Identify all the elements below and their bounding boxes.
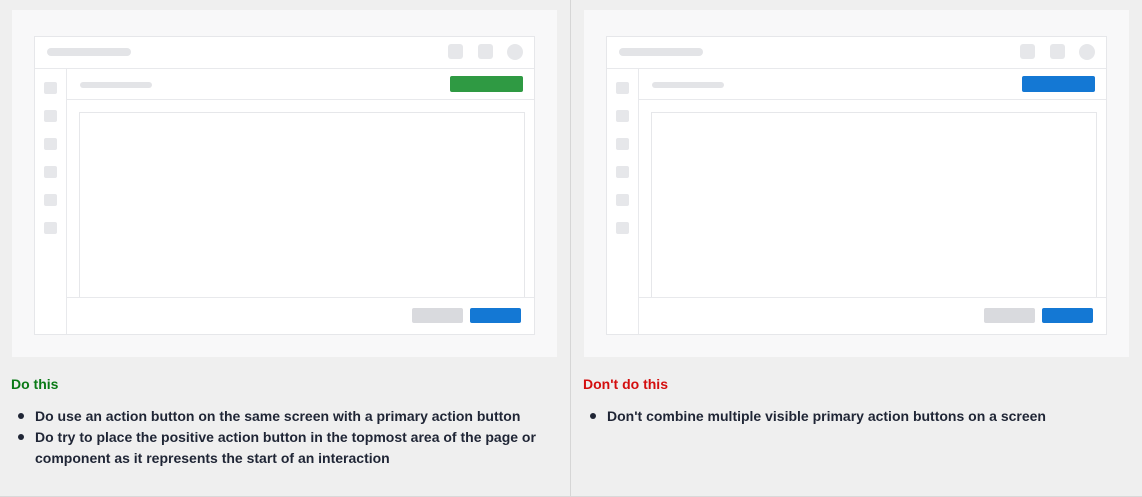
dont-panel: Don't do this Don't combine multiple vis… (571, 0, 1142, 497)
list-item: Don't combine multiple visible primary a… (583, 406, 1123, 427)
mock-subheader-placeholder (80, 82, 152, 88)
mock-sidebar-icon (44, 138, 57, 150)
mock-sidebar-divider (638, 68, 639, 334)
mock-sidebar-icon (616, 194, 629, 206)
mock-topbar-divider (35, 68, 534, 69)
list-item: Do try to place the positive action butt… (11, 427, 551, 469)
mock-subheader-divider (639, 99, 1106, 100)
mock-primary-button (470, 308, 521, 323)
mock-toolbar-icon (478, 44, 493, 59)
mock-title-placeholder (619, 48, 703, 56)
mock-subheader-placeholder (652, 82, 724, 88)
mock-secondary-button (984, 308, 1035, 323)
do-heading: Do this (11, 376, 59, 392)
mock-top-action-button (1022, 76, 1095, 92)
mock-sidebar-icon (616, 82, 629, 94)
mock-sidebar-icon (616, 222, 629, 234)
mock-avatar-icon (1079, 44, 1095, 60)
guideline-page: Do this Do use an action button on the s… (0, 0, 1142, 497)
dont-heading: Don't do this (583, 376, 668, 392)
mock-footer-divider (67, 297, 534, 298)
mock-secondary-button (412, 308, 463, 323)
mock-sidebar-icon (44, 110, 57, 122)
mock-sidebar-icon (44, 166, 57, 178)
mock-primary-button (1042, 308, 1093, 323)
list-item: Do use an action button on the same scre… (11, 406, 551, 427)
mock-sidebar-divider (66, 68, 67, 334)
mock-toolbar-icon (448, 44, 463, 59)
mock-avatar-icon (507, 44, 523, 60)
do-preview (12, 10, 557, 357)
mock-top-action-button (450, 76, 523, 92)
mock-sidebar-icon (44, 222, 57, 234)
mock-topbar-divider (607, 68, 1106, 69)
dont-preview (584, 10, 1129, 357)
mock-window (606, 36, 1107, 335)
do-panel: Do this Do use an action button on the s… (0, 0, 570, 497)
mock-sidebar-icon (616, 110, 629, 122)
mock-footer-divider (639, 297, 1106, 298)
mock-subheader-divider (67, 99, 534, 100)
mock-toolbar-icon (1050, 44, 1065, 59)
dont-bullet-list: Don't combine multiple visible primary a… (583, 406, 1123, 427)
mock-sidebar-icon (44, 82, 57, 94)
mock-sidebar-icon (616, 166, 629, 178)
do-bullet-list: Do use an action button on the same scre… (11, 406, 551, 469)
mock-sidebar-icon (616, 138, 629, 150)
mock-window (34, 36, 535, 335)
mock-title-placeholder (47, 48, 131, 56)
mock-content-area (651, 112, 1097, 298)
mock-toolbar-icon (1020, 44, 1035, 59)
mock-content-area (79, 112, 525, 298)
mock-sidebar-icon (44, 194, 57, 206)
